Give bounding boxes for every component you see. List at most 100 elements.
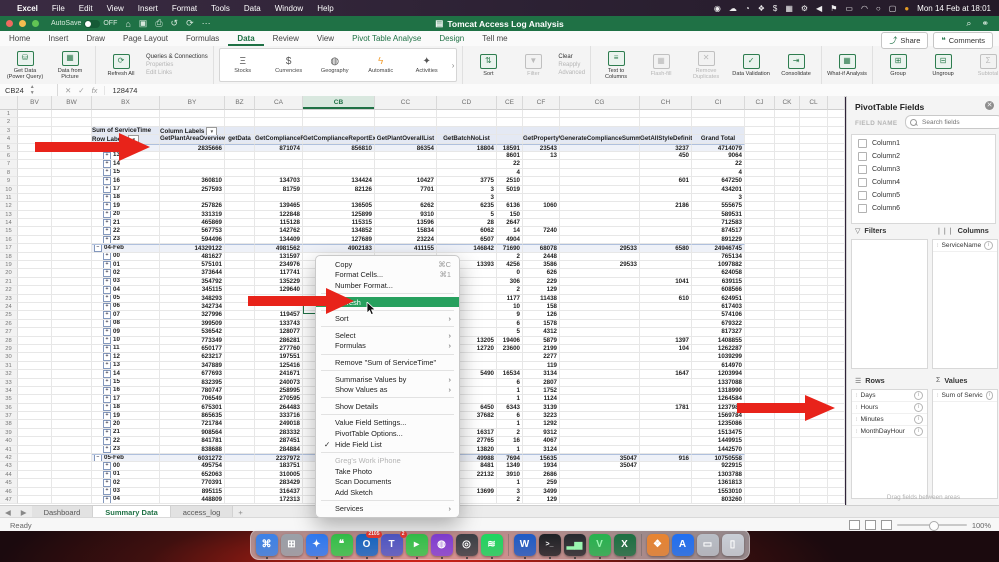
row-header-32[interactable]: 32 — [0, 370, 18, 379]
cell-CG6[interactable] — [560, 151, 640, 161]
cell-BZ15[interactable] — [225, 227, 255, 236]
cell-x16[interactable] — [828, 235, 845, 245]
expand-toggle-icon[interactable]: + — [103, 361, 111, 370]
gallery-more-icon[interactable]: › — [452, 61, 455, 70]
cell-CC15[interactable]: 15834 — [375, 227, 437, 236]
column-header-CE[interactable]: CE — [497, 96, 523, 110]
cell-CH9[interactable]: 601 — [640, 177, 692, 186]
cell-CF43[interactable]: 1934 — [523, 462, 560, 471]
cell-CI40[interactable]: 1449915 — [692, 437, 745, 446]
cell-CG10[interactable] — [560, 185, 640, 194]
checkbox-icon[interactable] — [858, 139, 867, 148]
cell-CD6[interactable] — [437, 151, 497, 161]
cell-CB2[interactable] — [303, 118, 375, 127]
cell-CA27[interactable]: 128077 — [255, 328, 303, 337]
drag-handle-icon[interactable]: ⁞ — [856, 405, 858, 411]
cell-CG7[interactable] — [560, 160, 640, 169]
cell-CF3[interactable] — [523, 126, 560, 136]
cell-CF4[interactable]: GetPropertyValues — [523, 135, 578, 144]
cell-CG5[interactable] — [560, 143, 640, 152]
rows-area-box[interactable]: ⁞ Days i ⁞ Hours i ⁞ Minutes i ⁞ MonthDayHour i — [851, 389, 928, 499]
cell-BX45[interactable]: +02 — [92, 479, 160, 488]
cell-CF10[interactable] — [523, 185, 560, 194]
cell-CH38[interactable] — [640, 420, 692, 429]
expand-toggle-icon[interactable]: + — [103, 277, 111, 286]
cell-CG23[interactable] — [560, 294, 640, 303]
cell-CJ26[interactable] — [745, 319, 775, 329]
cell-x41[interactable] — [828, 445, 845, 455]
cell-CK41[interactable] — [775, 445, 800, 455]
cell-CK11[interactable] — [775, 193, 800, 203]
cell-CD14[interactable]: 28 — [437, 219, 497, 228]
cell-CF31[interactable]: 119 — [523, 361, 560, 371]
cell-x30[interactable] — [828, 353, 845, 362]
cell-CE3[interactable] — [497, 126, 523, 136]
cell-CG9[interactable] — [560, 177, 640, 186]
field-item-column6[interactable]: Column6 — [852, 202, 995, 215]
insert-function-icon[interactable]: fx — [92, 86, 98, 95]
cell-CA26[interactable]: 133743 — [255, 319, 303, 329]
cell-CL7[interactable] — [800, 160, 828, 169]
cell-CA36[interactable]: 264483 — [255, 403, 303, 413]
consolidate-button[interactable]: ⇥ Consolidate — [776, 53, 816, 77]
cell-CG35[interactable] — [560, 395, 640, 404]
cell-BW12[interactable] — [52, 202, 92, 211]
cell-CH36[interactable]: 1781 — [640, 403, 692, 413]
cell-CB16[interactable]: 127689 — [303, 235, 375, 245]
page-break-view-icon[interactable] — [880, 520, 892, 530]
display-icon[interactable]: ▢ — [889, 4, 897, 13]
comments-button[interactable]: ❝ Comments — [933, 32, 993, 49]
cell-CF11[interactable] — [523, 193, 560, 203]
dock-excel-icon[interactable]: X — [613, 533, 636, 559]
cell-CL1[interactable] — [800, 110, 828, 119]
cell-BX34[interactable]: +16 — [92, 386, 160, 396]
tab-page-layout[interactable]: Page Layout — [114, 31, 177, 46]
cell-CF44[interactable]: 2686 — [523, 470, 560, 480]
cell-CL40[interactable] — [800, 437, 828, 446]
cell-BY31[interactable]: 347889 — [160, 361, 225, 371]
cell-CD3[interactable] — [437, 126, 497, 136]
cell-CB10[interactable]: 82126 — [303, 185, 375, 194]
cell-BY3[interactable]: Column Labels ▼ — [160, 126, 225, 137]
cell-CK14[interactable] — [775, 219, 800, 228]
cell-BV29[interactable] — [18, 344, 52, 354]
expand-toggle-icon[interactable]: + — [103, 286, 111, 294]
cell-CF28[interactable]: 5879 — [523, 336, 560, 345]
cell-CA9[interactable]: 134703 — [255, 177, 303, 186]
cell-CC4[interactable]: GetPlantOverallList — [375, 135, 437, 144]
cell-BW28[interactable] — [52, 336, 92, 345]
cell-CK19[interactable] — [775, 261, 800, 270]
field-item-column3[interactable]: Column3 — [852, 163, 995, 176]
cell-BV12[interactable] — [18, 202, 52, 211]
cell-CK15[interactable] — [775, 227, 800, 236]
cell-BY1[interactable] — [160, 110, 225, 119]
cell-x33[interactable] — [828, 378, 845, 387]
cell-CL11[interactable] — [800, 193, 828, 203]
cell-CF45[interactable]: 259 — [523, 479, 560, 488]
column-header-BW[interactable]: BW — [52, 96, 92, 110]
tab-pivot-table-analyse[interactable]: Pivot Table Analyse — [343, 31, 430, 46]
dock-facetime-icon[interactable]: ▸ — [405, 533, 428, 559]
column-header-BZ[interactable]: BZ — [225, 96, 255, 110]
cell-CH4[interactable]: GetAllStyleDefinitions — [640, 135, 705, 144]
field-chip-days[interactable]: ⁞ Days i — [852, 390, 927, 402]
cell-BX7[interactable]: +14 — [92, 160, 160, 169]
cell-CI15[interactable]: 874517 — [692, 227, 745, 236]
cell-CF35[interactable]: 1124 — [523, 395, 560, 404]
playback-icon[interactable]: ◔ — [745, 4, 750, 13]
expand-toggle-icon[interactable]: + — [103, 386, 111, 395]
cell-CG3[interactable] — [560, 126, 640, 136]
cell-x39[interactable] — [828, 428, 845, 438]
menu-item-hide-field-list[interactable]: ✓ Hide Field List — [316, 439, 459, 450]
cell-BW46[interactable] — [52, 487, 92, 496]
cell-CL17[interactable] — [800, 244, 828, 253]
menu-item-format[interactable]: Format — [165, 4, 204, 13]
print-icon[interactable]: ⎙ — [155, 18, 162, 29]
cell-CJ43[interactable] — [745, 462, 775, 471]
cell-CG14[interactable] — [560, 219, 640, 228]
cell-CA21[interactable]: 135229 — [255, 277, 303, 287]
cell-CL23[interactable] — [800, 294, 828, 303]
clear-button[interactable]: Clear — [558, 54, 585, 60]
expand-toggle-icon[interactable]: + — [103, 311, 111, 319]
cell-BV30[interactable] — [18, 353, 52, 362]
